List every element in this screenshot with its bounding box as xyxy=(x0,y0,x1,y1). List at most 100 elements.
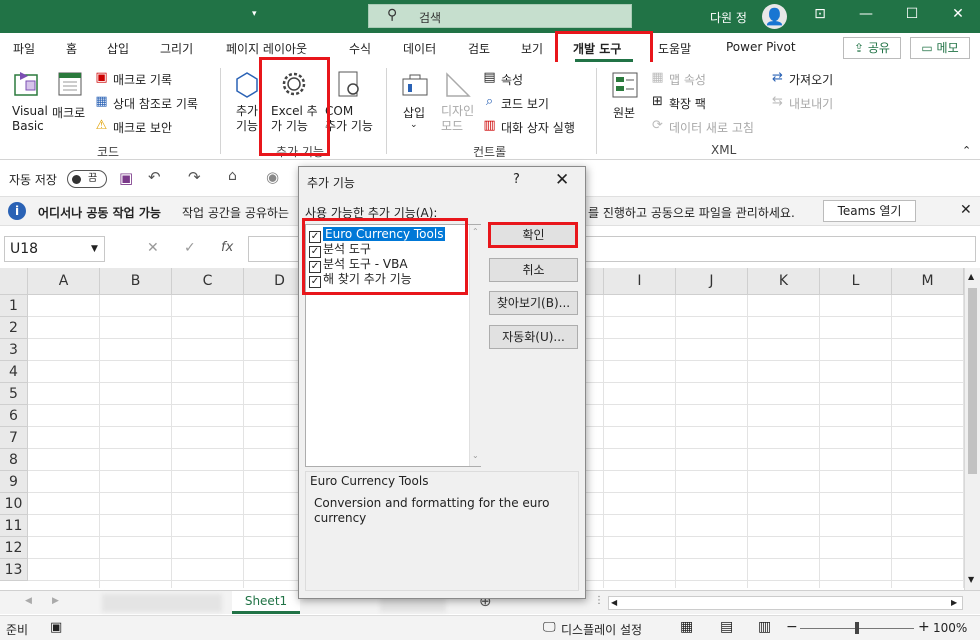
scroll-right-icon[interactable]: ▶ xyxy=(951,598,957,607)
tab-review[interactable]: 검토 xyxy=(468,40,490,57)
refresh-data-button[interactable]: 데이터 새로 고침 xyxy=(669,119,754,136)
display-settings-button[interactable]: 디스플레이 설정 xyxy=(561,621,642,638)
circle-icon[interactable]: ◉ xyxy=(266,168,279,186)
next-sheet-icon[interactable]: ▶ xyxy=(52,596,59,606)
scroll-left-icon[interactable]: ◀ xyxy=(611,598,617,607)
view-code-button[interactable]: 코드 보기 xyxy=(501,95,549,112)
cancel-formula-icon[interactable]: ✕ xyxy=(147,240,159,256)
autosave-toggle[interactable]: 끔 xyxy=(67,170,107,188)
row-header[interactable]: 6 xyxy=(0,405,28,427)
user-name[interactable]: 다원 정 xyxy=(710,9,747,26)
ribbon-display-icon[interactable]: ⊡ xyxy=(810,6,830,22)
close-window-icon[interactable]: ✕ xyxy=(948,6,968,22)
column-header[interactable]: C xyxy=(172,268,244,295)
search-box[interactable]: ⚲ 검색 xyxy=(368,4,632,28)
macro-security-button[interactable]: 매크로 보안 xyxy=(113,119,172,136)
maximize-icon[interactable]: ☐ xyxy=(902,6,922,22)
zoom-in-icon[interactable]: + xyxy=(918,619,930,635)
row-header[interactable]: 3 xyxy=(0,339,28,361)
scroll-down-icon[interactable]: ⌄ xyxy=(472,451,479,460)
redo-icon[interactable]: ↷ xyxy=(188,168,201,186)
row-header[interactable]: 2 xyxy=(0,317,28,339)
page-break-view-icon[interactable]: ▥ xyxy=(758,619,771,635)
design-mode-button[interactable]: 디자인 모드 xyxy=(441,104,474,134)
column-header[interactable]: A xyxy=(28,268,100,295)
row-header[interactable]: 9 xyxy=(0,471,28,493)
scroll-up-icon[interactable]: ⌃ xyxy=(472,227,479,236)
blurred-sheet-tab[interactable] xyxy=(102,594,222,612)
row-header[interactable]: 4 xyxy=(0,361,28,383)
zoom-out-icon[interactable]: − xyxy=(786,619,798,635)
scroll-up-icon[interactable]: ▲ xyxy=(968,272,974,281)
confirm-formula-icon[interactable]: ✓ xyxy=(184,240,196,256)
minimize-icon[interactable]: — xyxy=(856,6,876,22)
row-header[interactable]: 13 xyxy=(0,559,28,581)
close-icon[interactable]: ✕ xyxy=(555,170,569,190)
save-icon[interactable]: ▣ xyxy=(119,169,133,187)
map-properties-button[interactable]: 맵 속성 xyxy=(669,71,706,88)
expansion-pack-button[interactable]: 확장 팩 xyxy=(669,95,706,112)
automation-button[interactable]: 자동화(U)... xyxy=(489,325,578,349)
insert-control-button[interactable]: 삽입 xyxy=(403,104,425,121)
xml-source-button[interactable]: 원본 xyxy=(613,104,635,121)
horizontal-scrollbar[interactable]: ◀ ▶ xyxy=(608,596,963,610)
tab-power-pivot[interactable]: Power Pivot xyxy=(726,40,796,54)
function-icon[interactable]: fx xyxy=(221,240,233,255)
tab-file[interactable]: 파일 xyxy=(13,40,35,57)
scroll-thumb[interactable] xyxy=(968,288,977,474)
cancel-button[interactable]: 취소 xyxy=(489,258,578,282)
column-header[interactable]: I xyxy=(604,268,676,295)
tab-draw[interactable]: 그리기 xyxy=(160,40,193,57)
tag-icon[interactable]: ⌂ xyxy=(228,168,237,184)
column-header[interactable]: L xyxy=(820,268,892,295)
help-button[interactable]: ? xyxy=(513,172,520,187)
tab-help[interactable]: 도움말 xyxy=(658,40,691,57)
tab-home[interactable]: 홈 xyxy=(66,40,77,57)
row-header[interactable]: 7 xyxy=(0,427,28,449)
import-button[interactable]: 가져오기 xyxy=(789,71,833,88)
share-button[interactable]: ⇪ 공유 xyxy=(843,37,901,59)
undo-icon[interactable]: ↶ xyxy=(148,168,161,186)
tab-page-layout[interactable]: 페이지 레이아웃 xyxy=(226,40,307,57)
addins-button[interactable]: 추가 기능 xyxy=(236,104,258,134)
export-button[interactable]: 내보내기 xyxy=(789,95,833,112)
prev-sheet-icon[interactable]: ◀ xyxy=(25,596,32,606)
accessibility-icon[interactable]: ▣ xyxy=(50,620,62,635)
tab-insert[interactable]: 삽입 xyxy=(107,40,129,57)
column-header[interactable]: B xyxy=(100,268,172,295)
page-layout-view-icon[interactable]: ▤ xyxy=(720,619,733,635)
collapse-ribbon-icon[interactable]: ⌃ xyxy=(962,144,971,157)
teams-open-button[interactable]: Teams 열기 xyxy=(823,200,916,222)
normal-view-icon[interactable]: ▦ xyxy=(680,619,693,635)
close-info-icon[interactable]: ✕ xyxy=(960,202,972,218)
record-macro-button[interactable]: 매크로 기록 xyxy=(113,71,172,88)
display-settings-icon[interactable]: 🖵 xyxy=(543,620,556,635)
macro-button[interactable]: 매크로 xyxy=(52,104,85,121)
row-header[interactable]: 1 xyxy=(0,295,28,317)
vertical-scrollbar[interactable]: ▲ ▼ xyxy=(964,268,980,590)
row-header[interactable]: 11 xyxy=(0,515,28,537)
com-addins-button[interactable]: COM 추가 기능 xyxy=(325,104,373,134)
properties-button[interactable]: 속성 xyxy=(501,71,523,88)
run-dialog-button[interactable]: 대화 상자 실행 xyxy=(501,119,575,136)
sheet-tab-active[interactable]: Sheet1 xyxy=(232,591,300,614)
zoom-level[interactable]: 100% xyxy=(933,621,967,635)
scroll-down-icon[interactable]: ▼ xyxy=(968,575,974,584)
row-header[interactable]: 12 xyxy=(0,537,28,559)
column-header[interactable]: K xyxy=(748,268,820,295)
memo-button[interactable]: ▭ 메모 xyxy=(910,37,970,59)
relative-reference-button[interactable]: 상대 참조로 기록 xyxy=(113,95,198,112)
tab-formulas[interactable]: 수식 xyxy=(349,40,371,57)
column-header[interactable]: J xyxy=(676,268,748,295)
name-box[interactable]: U18 ▼ xyxy=(4,236,105,262)
select-all-corner[interactable] xyxy=(0,268,28,295)
tab-view[interactable]: 보기 xyxy=(521,40,543,57)
tab-data[interactable]: 데이터 xyxy=(403,40,436,57)
more-options-icon[interactable]: ⋮ xyxy=(594,595,604,606)
row-header[interactable]: 10 xyxy=(0,493,28,515)
row-header[interactable]: 5 xyxy=(0,383,28,405)
row-header[interactable]: 8 xyxy=(0,449,28,471)
list-scrollbar[interactable]: ⌃ ⌄ xyxy=(469,225,481,466)
avatar[interactable]: 👤 xyxy=(762,4,787,29)
column-header[interactable]: M xyxy=(892,268,964,295)
